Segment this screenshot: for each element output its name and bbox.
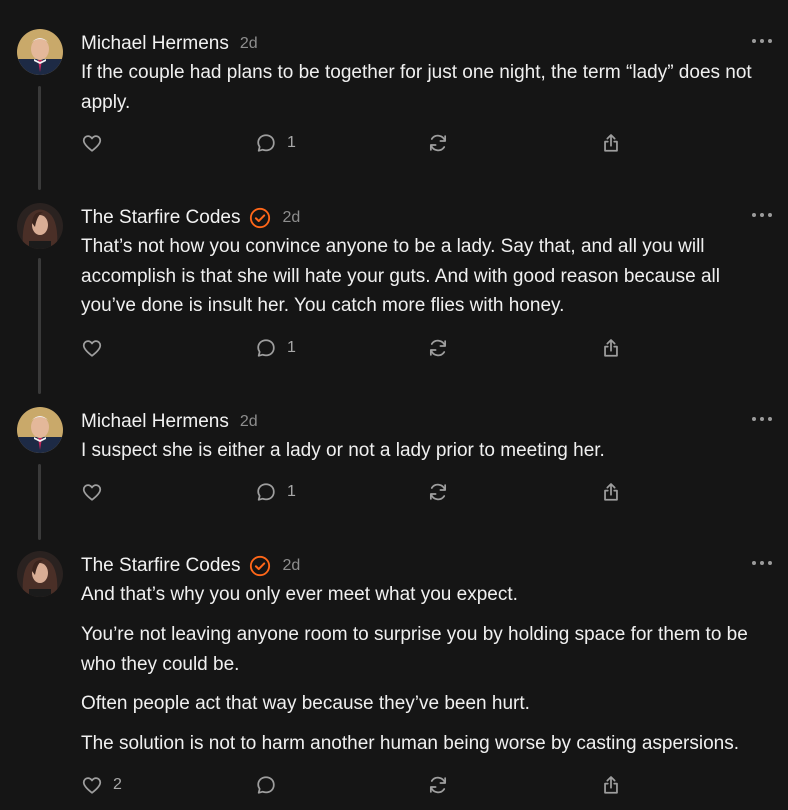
more-dots-icon [752, 213, 756, 217]
more-options-button[interactable] [752, 33, 772, 49]
more-dots-icon [752, 561, 756, 565]
avatar-photo [17, 29, 63, 75]
avatar[interactable] [17, 29, 63, 75]
comment: The Starfire Codes 2d And that’s why you… [0, 551, 788, 801]
heart-icon [82, 484, 102, 501]
reply-count: 1 [287, 483, 296, 500]
restack-button[interactable] [427, 772, 449, 798]
reply-button[interactable]: 1 [255, 335, 296, 361]
heart-icon [82, 340, 102, 357]
avatar-photo [17, 551, 63, 597]
comment-paragraph: Often people act that way because they’v… [81, 693, 530, 714]
heart-icon [82, 135, 102, 152]
restack-button[interactable] [427, 130, 449, 156]
reply-button[interactable]: 1 [255, 479, 296, 505]
restack-icon [429, 339, 447, 357]
more-options-button[interactable] [752, 555, 772, 571]
share-button[interactable] [600, 479, 622, 505]
more-options-button[interactable] [752, 207, 772, 223]
comment-bubble-icon [257, 483, 275, 501]
more-dots-icon [752, 39, 756, 43]
share-icon [604, 483, 618, 501]
comment-body: That’s not how you convince anyone to be… [81, 236, 720, 316]
action-bar: 2 [81, 772, 641, 798]
like-button[interactable] [81, 335, 113, 361]
avatar[interactable] [17, 407, 63, 453]
share-icon [604, 776, 618, 794]
share-button[interactable] [600, 130, 622, 156]
more-options-button[interactable] [752, 411, 772, 427]
comment-body: I suspect she is either a lady or not a … [81, 440, 605, 461]
reply-button[interactable]: 1 [255, 130, 296, 156]
avatar-photo [17, 203, 63, 249]
comment-paragraph: The solution is not to harm another huma… [81, 733, 739, 754]
restack-icon [429, 134, 447, 152]
timestamp[interactable]: 2d [282, 557, 300, 575]
reply-count: 1 [287, 339, 296, 356]
restack-button[interactable] [427, 479, 449, 505]
avatar-photo [17, 407, 63, 453]
like-count: 2 [113, 776, 122, 793]
comment-paragraph: You’re not leaving anyone room to surpri… [81, 624, 748, 675]
restack-button[interactable] [427, 335, 449, 361]
comment-paragraph: And that’s why you only ever meet what y… [81, 584, 518, 605]
comment: The Starfire Codes 2d That’s not how you… [0, 203, 788, 368]
more-dots-icon [752, 417, 756, 421]
timestamp[interactable]: 2d [240, 35, 258, 53]
comment-bubble-icon [257, 339, 275, 357]
timestamp[interactable]: 2d [240, 413, 258, 431]
like-button[interactable] [81, 130, 113, 156]
comment-bubble-icon [257, 776, 275, 794]
verified-badge-icon [249, 207, 271, 229]
share-icon [604, 134, 618, 152]
restack-icon [429, 483, 447, 501]
comment-body: If the couple had plans to be together f… [81, 62, 752, 113]
action-bar: 1 [81, 479, 641, 505]
like-button[interactable]: 2 [81, 772, 122, 798]
author-name[interactable]: The Starfire Codes [81, 555, 240, 577]
heart-icon [82, 777, 102, 794]
action-bar: 1 [81, 130, 641, 156]
like-button[interactable] [81, 479, 113, 505]
avatar[interactable] [17, 203, 63, 249]
author-name[interactable]: Michael Hermens [81, 411, 229, 433]
reply-button[interactable] [255, 772, 287, 798]
timestamp[interactable]: 2d [282, 209, 300, 227]
comment: Michael Hermens 2d If the couple had pla… [0, 29, 788, 159]
verified-badge-icon [249, 555, 271, 577]
author-name[interactable]: Michael Hermens [81, 33, 229, 55]
comment-bubble-icon [257, 134, 275, 152]
share-button[interactable] [600, 772, 622, 798]
author-name[interactable]: The Starfire Codes [81, 207, 240, 229]
restack-icon [429, 776, 447, 794]
comment: Michael Hermens 2d I suspect she is eith… [0, 407, 788, 517]
share-icon [604, 339, 618, 357]
share-button[interactable] [600, 335, 622, 361]
reply-count: 1 [287, 134, 296, 151]
avatar[interactable] [17, 551, 63, 597]
action-bar: 1 [81, 335, 641, 361]
